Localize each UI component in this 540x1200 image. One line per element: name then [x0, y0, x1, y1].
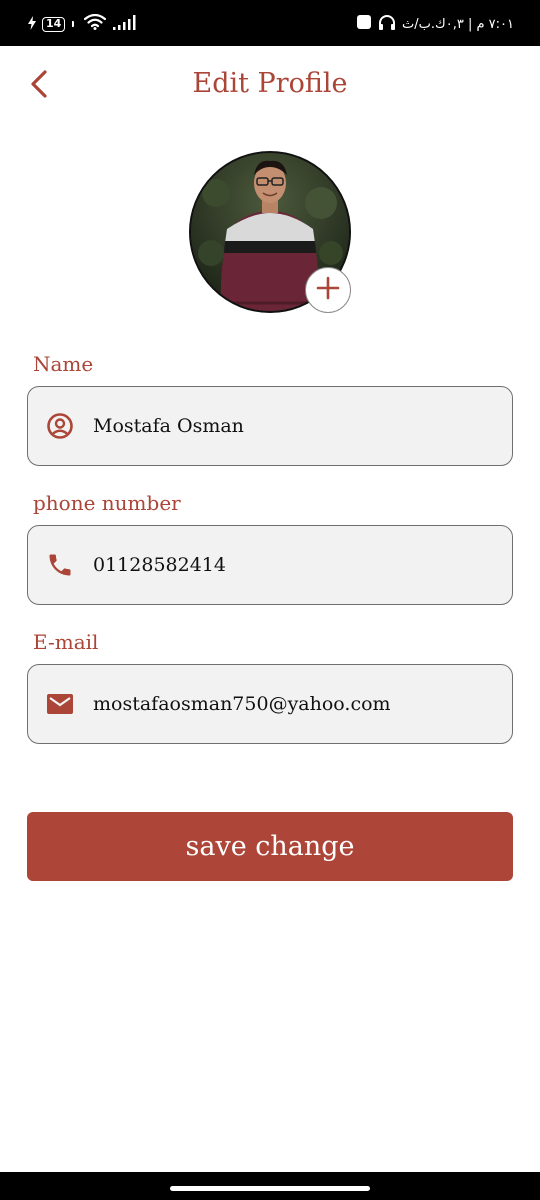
battery-level: 14: [46, 17, 62, 30]
headphones-icon: [378, 14, 396, 34]
mail-icon: [46, 690, 74, 718]
phone-label: phone number: [33, 491, 181, 515]
notification-icon: [356, 14, 372, 34]
status-bar: 14 ٧:٠١ م | ٠,٣ك.ب/ث: [0, 0, 540, 46]
phone-input[interactable]: [93, 554, 493, 576]
email-label: E-mail: [33, 630, 99, 654]
email-input[interactable]: [93, 693, 493, 715]
battery-tip: [72, 21, 75, 27]
home-indicator[interactable]: [170, 1186, 370, 1191]
name-field[interactable]: [27, 386, 513, 466]
add-photo-button[interactable]: [305, 267, 351, 313]
signal-icon: [112, 14, 136, 34]
page-title: Edit Profile: [192, 68, 348, 99]
save-change-button[interactable]: save change: [27, 812, 513, 881]
email-field[interactable]: [27, 664, 513, 744]
app-bar: Edit Profile: [0, 46, 540, 126]
phone-field[interactable]: [27, 525, 513, 605]
wifi-icon: [84, 13, 107, 34]
status-left: 14: [28, 13, 136, 34]
battery-icon: 14: [42, 16, 66, 32]
account-circle-icon: [46, 412, 74, 440]
plus-icon: [316, 276, 340, 304]
name-input[interactable]: [93, 415, 493, 437]
profile-avatar-section: [189, 151, 351, 313]
charging-icon: [28, 15, 36, 34]
status-clock: ٧:٠١ م | ٠,٣ك.ب/ث: [402, 16, 514, 32]
phone-icon: [46, 551, 74, 579]
status-right: ٧:٠١ م | ٠,٣ك.ب/ث: [356, 14, 514, 34]
name-label: Name: [33, 352, 94, 376]
